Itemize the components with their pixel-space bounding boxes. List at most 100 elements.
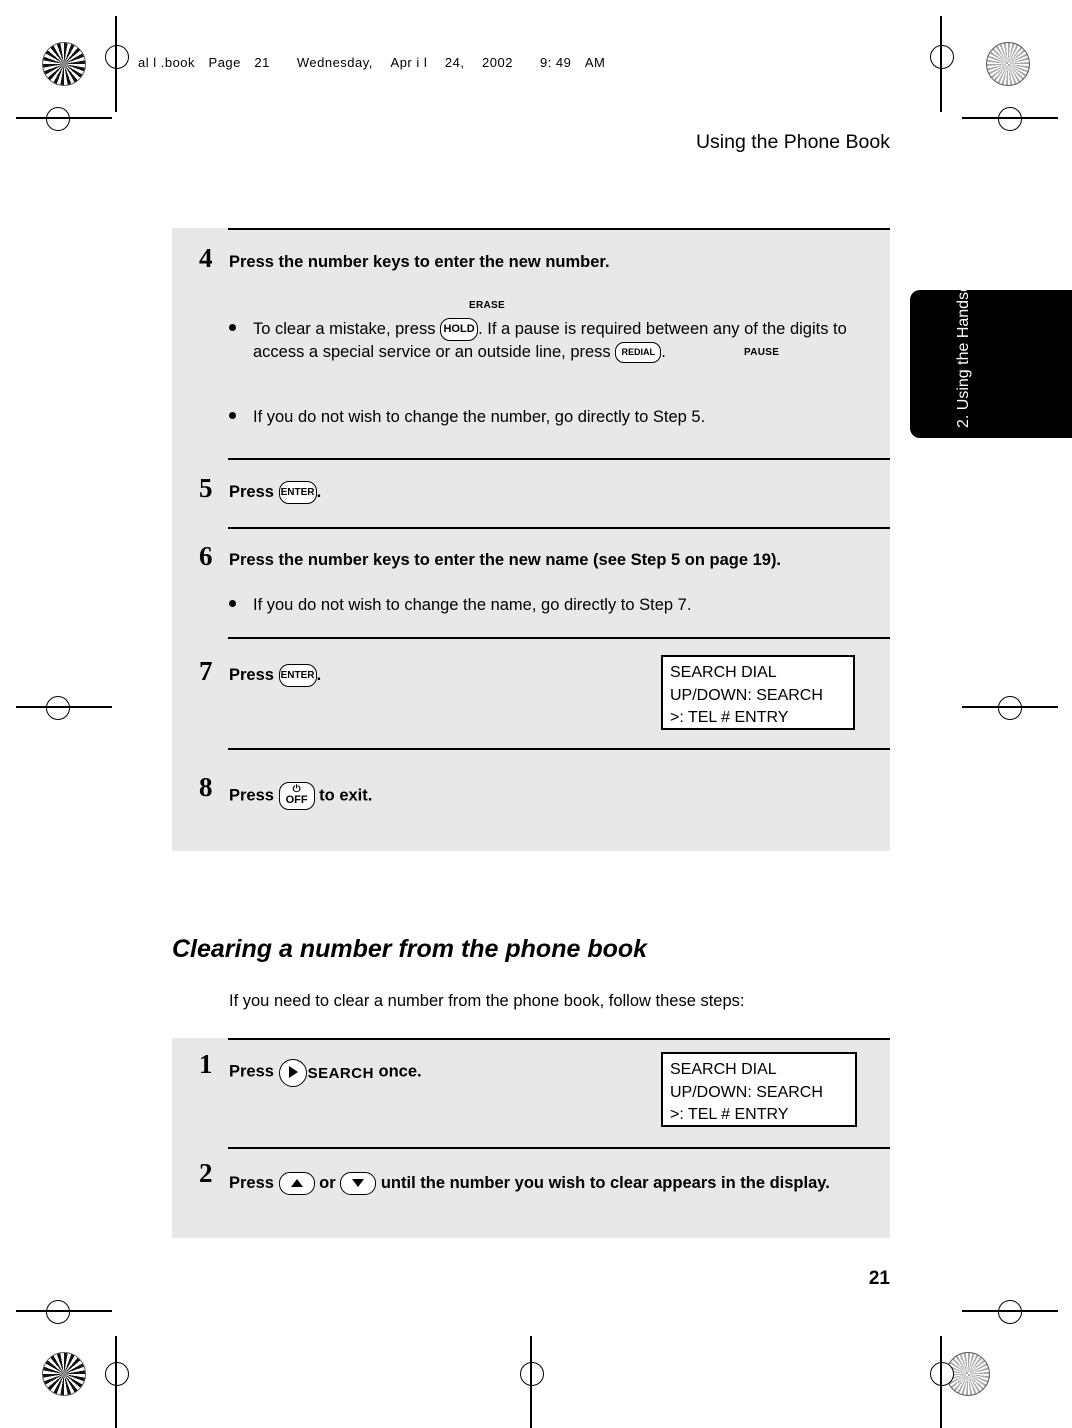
registration-mark-bottom-left <box>46 1300 70 1324</box>
registration-mark-bottom-center-right <box>930 1362 954 1386</box>
trim-line-bottom-right-v <box>940 1336 942 1428</box>
step-8-title-prefix: Press <box>229 786 274 805</box>
trim-line-bottom-right-h <box>962 1310 1058 1312</box>
step-6-bullet-1-text: If you do not wish to change the name, g… <box>253 596 692 614</box>
enter-key-icon: ENTER <box>278 664 317 688</box>
lcd-line-1: SEARCH DIAL <box>670 664 777 681</box>
registration-mark-bottom-center-left <box>105 1362 129 1386</box>
lcd-line-2: UP/DOWN: SEARCH <box>670 686 823 704</box>
step-number-6: 6 <box>199 541 213 571</box>
page-canvas: al l .book Page 21 Wednesday, Apr i l 24… <box>0 0 1072 1428</box>
step-2-title: Press or until the number you wish to cl… <box>229 1168 869 1198</box>
registration-mark-bottom-center <box>520 1362 544 1386</box>
lcd-line-2: UP/DOWN: SEARCH <box>670 1083 823 1101</box>
divider-step1-bottom <box>228 1038 890 1040</box>
step-number-2: 2 <box>199 1158 213 1188</box>
step-2-title-suffix: until the number you wish to clear appea… <box>380 1174 765 1192</box>
lcd-display-step7: SEARCH DIAL UP/DOWN: SEARCH >: TEL # ENT… <box>661 655 855 730</box>
bullet-dot <box>229 600 236 607</box>
right-arrow-icon <box>278 1059 307 1087</box>
step-4-bullet-2-text: If you do not wish to change the number,… <box>253 408 706 426</box>
step-7-title-prefix: Press <box>229 666 274 684</box>
bullet-dot <box>229 324 236 331</box>
lcd-line-3: >: TEL # ENTRY <box>670 709 789 726</box>
hold-key-label: HOLD <box>443 323 475 336</box>
step-8-title: Press ⏻ OFF to exit. <box>229 782 729 810</box>
step-1-title-prefix: Press <box>229 1062 274 1081</box>
step-2-title-line2: display. <box>769 1174 830 1192</box>
off-key-label: OFF <box>285 794 308 806</box>
trim-line-right-h-mid <box>962 706 1058 708</box>
redial-key-label: REDIAL <box>621 347 656 358</box>
step-4-bullet-1-suffix: . <box>661 343 666 362</box>
redial-key-icon: REDIAL <box>615 342 662 364</box>
registration-mark-left <box>46 107 70 131</box>
trim-line-left-h-mid <box>16 706 112 708</box>
step-4-bullet-1-prefix: To clear a mistake, press <box>253 320 436 338</box>
trim-line-bottom-left-v <box>115 1336 117 1428</box>
registration-pinwheel-bottom-left <box>42 1352 86 1396</box>
enter-key-icon: ENTER <box>278 481 317 505</box>
step-number-4: 4 <box>199 243 213 273</box>
lcd-line-1: SEARCH DIAL <box>670 1061 777 1078</box>
step-number-1: 1 <box>199 1049 213 1079</box>
bullet-dot <box>229 412 236 419</box>
step-8-title-suffix: to exit. <box>319 786 373 805</box>
power-symbol: ⏻ <box>292 784 301 795</box>
step-7-title-suffix: . <box>316 666 322 684</box>
pause-key-caption: PAUSE <box>744 347 780 358</box>
step-number-5: 5 <box>199 473 213 503</box>
step-4-title: Press the number keys to enter the new n… <box>229 253 610 271</box>
down-arrow-key-icon <box>340 1172 377 1196</box>
registration-mark-top-right <box>930 45 954 69</box>
divider-step6-top <box>228 527 890 529</box>
registration-mark-right-mid <box>998 696 1022 720</box>
divider-step5-top <box>228 458 890 460</box>
trim-line-top-right-v <box>940 16 942 112</box>
trim-line-right-h-top <box>962 117 1058 119</box>
step-6-title: Press the number keys to enter the new n… <box>229 551 782 569</box>
step-number-7: 7 <box>199 656 213 686</box>
section-intro-text: If you need to clear a number from the p… <box>229 992 745 1010</box>
step-1-title: Press SEARCH once. <box>229 1059 649 1087</box>
step-5-title: Press ENTER. <box>229 481 829 505</box>
lcd-display-step1: SEARCH DIAL UP/DOWN: SEARCH >: TEL # ENT… <box>661 1052 857 1127</box>
hold-key-icon: HOLD <box>440 318 479 342</box>
section-heading: Clearing a number from the phone book <box>172 935 648 963</box>
step-6-bullet-1: If you do not wish to change the name, g… <box>229 594 859 617</box>
chapter-side-tab: 2. Using the Handset <box>910 278 1072 438</box>
step-1-title-suffix: once. <box>378 1062 422 1081</box>
divider-step7-top <box>228 637 890 639</box>
search-key-icon: SEARCH <box>278 1059 374 1087</box>
up-arrow-key-icon <box>278 1172 315 1196</box>
divider-step8-top <box>228 748 890 750</box>
registration-mark-left-mid <box>46 696 70 720</box>
trim-line-top-left-v <box>115 16 117 112</box>
registration-mark-top-left <box>105 45 129 69</box>
enter-key-label: ENTER <box>280 670 315 682</box>
file-header-text: al l .book Page 21 Wednesday, Apr i l 24… <box>138 55 606 70</box>
step-5-title-suffix: . <box>316 483 322 501</box>
trim-line-bottom-left-h <box>16 1310 112 1312</box>
step-2-title-prefix: Press <box>229 1174 274 1192</box>
trim-line-bottom-center-v <box>530 1336 532 1428</box>
trim-line-left-h-top <box>16 117 112 119</box>
erase-key-caption: ERASE <box>469 300 505 311</box>
step-7-title: Press ENTER. <box>229 664 629 688</box>
divider-step4-top <box>228 228 890 230</box>
power-off-key-icon: ⏻ OFF <box>278 782 315 810</box>
chapter-side-tab-label: 2. Using the Handset <box>955 278 972 428</box>
search-key-label: SEARCH <box>307 1064 374 1082</box>
registration-pinwheel-top-right <box>986 42 1030 86</box>
running-head: Using the Phone Book <box>695 131 890 153</box>
registration-pinwheel-top-left <box>42 42 86 86</box>
registration-mark-right <box>998 107 1022 131</box>
lcd-line-3: >: TEL # ENTRY <box>670 1106 789 1123</box>
step-2-conjunction: or <box>319 1174 336 1192</box>
step-number-8: 8 <box>199 772 213 802</box>
step-5-title-prefix: Press <box>229 483 274 501</box>
registration-mark-bottom-right <box>998 1300 1022 1324</box>
page-number: 21 <box>868 1268 890 1289</box>
enter-key-label: ENTER <box>280 487 315 499</box>
step-4-bullet-2: If you do not wish to change the number,… <box>229 406 859 429</box>
